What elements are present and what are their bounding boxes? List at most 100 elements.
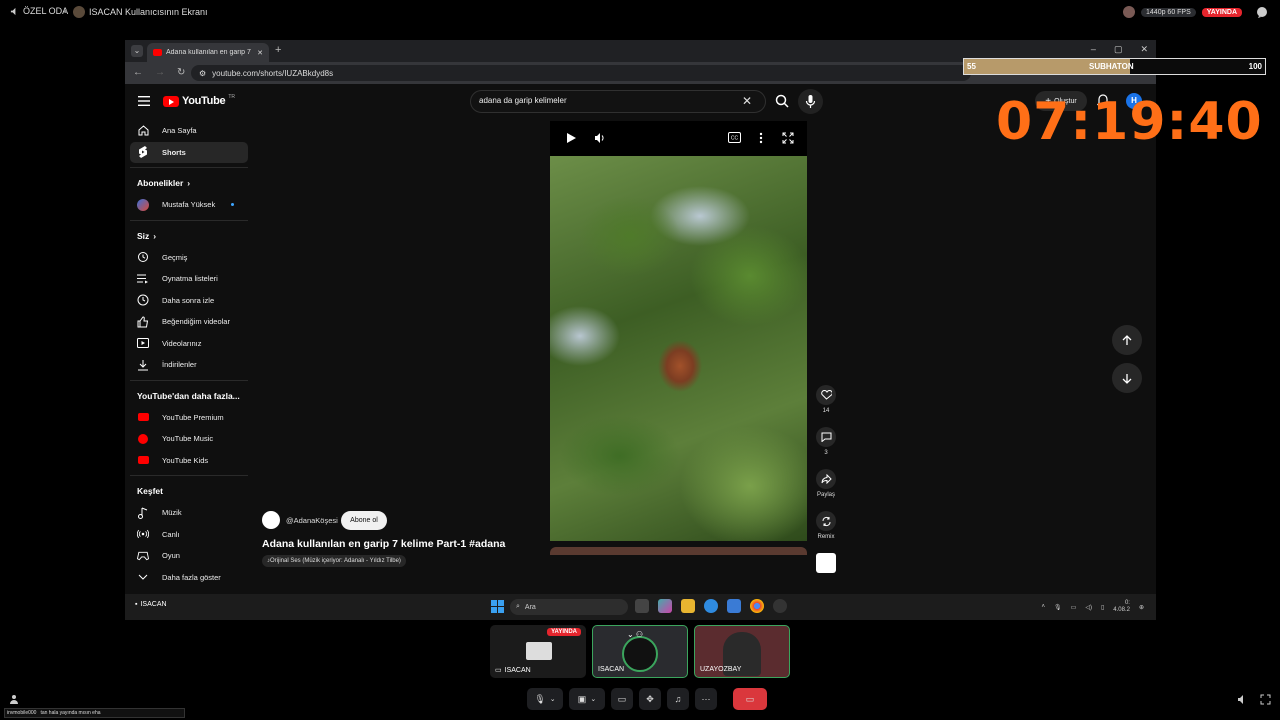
video-icon xyxy=(137,337,149,349)
voice-search-button[interactable] xyxy=(798,89,823,114)
minimize-icon[interactable]: – xyxy=(1091,44,1096,55)
sound-thumbnail[interactable] xyxy=(814,553,838,573)
divider xyxy=(130,475,248,476)
close-tab-icon[interactable]: ✕ xyxy=(257,49,263,57)
search-button[interactable] xyxy=(766,90,800,113)
remix-button[interactable]: Remix xyxy=(814,511,838,540)
quality-badge: 1440p 60 FPS xyxy=(1141,7,1196,17)
sidebar-item-downloads[interactable]: İndirilenler xyxy=(130,354,248,376)
close-icon[interactable]: ✕ xyxy=(1140,44,1148,55)
youtube-logo[interactable]: YouTube TR xyxy=(163,94,235,107)
clock[interactable]: 0: 4.08.2 xyxy=(1113,600,1130,614)
sidebar-item-live[interactable]: Canlı xyxy=(130,524,248,546)
sidebar-item-watch-later[interactable]: Daha sonra izle xyxy=(130,290,248,312)
sidebar-item-your-videos[interactable]: Videolarınız xyxy=(130,333,248,355)
volume-icon[interactable]: ◁) xyxy=(1085,604,1092,611)
youtube-favicon-icon xyxy=(153,49,162,56)
taskbar-search-input[interactable]: ⌕ Ara xyxy=(510,599,628,615)
sidebar-item-show-more[interactable]: Daha fazla göster xyxy=(130,567,248,589)
sidebar-item-history[interactable]: Geçmiş xyxy=(130,247,248,269)
fullscreen-icon[interactable] xyxy=(782,132,794,144)
screen-share-button[interactable]: ▭ xyxy=(611,688,633,710)
sidebar-item-music[interactable]: YouTube Music xyxy=(130,428,248,450)
sidebar-item-shorts[interactable]: Shorts xyxy=(130,141,248,163)
you-header[interactable]: Siz › xyxy=(130,225,248,247)
sidebar-item-playlists[interactable]: Oynatma listeleri xyxy=(130,268,248,290)
sidebar-item-subscription[interactable]: Mustafa Yüksek xyxy=(130,194,248,216)
sidebar-item-music-category[interactable]: Müzik xyxy=(130,502,248,524)
more-icon: ⋯ xyxy=(701,693,711,704)
task-view-icon[interactable] xyxy=(635,599,649,613)
more-button[interactable]: ⋯ xyxy=(695,688,717,710)
participant-tile[interactable]: YAYINDA ▭ ISACAN xyxy=(490,625,586,678)
notification-icon[interactable]: ⊕ xyxy=(1139,604,1144,611)
chrome-icon[interactable] xyxy=(750,599,764,613)
play-icon[interactable] xyxy=(565,132,577,144)
next-short-button[interactable] xyxy=(1112,363,1142,393)
sidebar-item-gaming[interactable]: Oyun xyxy=(130,545,248,567)
share-button[interactable]: Paylaş xyxy=(814,469,838,498)
short-title[interactable]: Adana kullanılan en garip 7 kelime Part-… xyxy=(262,538,505,550)
previous-short-button[interactable] xyxy=(1112,325,1142,355)
shorts-player[interactable]: CC xyxy=(550,121,807,541)
copilot-icon[interactable] xyxy=(658,599,672,613)
sidebar-item-premium[interactable]: YouTube Premium xyxy=(130,407,248,429)
more-options-icon[interactable] xyxy=(759,132,763,144)
disconnect-button[interactable]: ▭ xyxy=(733,688,767,710)
activities-button[interactable]: ✥ xyxy=(639,688,661,710)
more-from-youtube-header: YouTube'dan daha fazla... xyxy=(137,390,240,401)
subscribe-button[interactable]: Abone ol xyxy=(341,511,387,530)
address-bar[interactable]: ⚙ youtube.com/shorts/IUZABkdyd8s xyxy=(191,65,971,81)
monitor-icon: ▪ xyxy=(135,601,138,608)
battery-icon[interactable]: ▯ xyxy=(1101,604,1104,611)
forward-icon[interactable]: → xyxy=(155,67,165,78)
participant-tile[interactable]: ⌄ ⚇ ISACAN xyxy=(592,625,688,678)
mute-button[interactable]: 🎙︎ ⌄ xyxy=(527,688,563,710)
add-user-icon[interactable] xyxy=(9,694,20,705)
captions-icon[interactable]: CC xyxy=(728,132,741,143)
chat-icon[interactable] xyxy=(1256,6,1268,18)
streamer-avatar xyxy=(73,6,85,18)
windows-start-icon[interactable] xyxy=(491,600,504,613)
disconnect-icon: ▭ xyxy=(745,693,755,704)
room-name[interactable]: ÖZEL ODA xyxy=(10,6,68,16)
volume-icon[interactable] xyxy=(594,132,606,144)
channel-name[interactable]: @AdanaKöşesi xyxy=(286,516,338,525)
like-button[interactable]: 14 xyxy=(814,385,838,414)
comments-button[interactable]: 3 xyxy=(814,427,838,456)
chevron-down-icon: ⌄ xyxy=(590,696,597,703)
fullscreen-icon[interactable] xyxy=(1260,694,1271,705)
file-explorer-icon[interactable] xyxy=(681,599,695,613)
maximize-icon[interactable]: ▢ xyxy=(1114,44,1123,55)
menu-icon[interactable] xyxy=(138,96,150,106)
history-icon xyxy=(137,251,149,263)
participant-options-icon[interactable]: ⌄ ⚇ xyxy=(627,630,643,639)
network-icon[interactable]: ▭ xyxy=(1071,604,1077,611)
participant-label: UZAYOZBAY xyxy=(700,666,742,673)
browser-tab[interactable]: Adana kullanılan en garip 7 kel ✕ xyxy=(147,43,269,62)
audio-link[interactable]: ♪ Orijinal Ses (Müzik içeriyor: Adanalı … xyxy=(262,555,406,567)
site-info-icon[interactable]: ⚙ xyxy=(199,69,206,78)
reload-icon[interactable]: ↻ xyxy=(177,67,185,78)
sidebar-item-kids[interactable]: YouTube Kids xyxy=(130,450,248,472)
subscriptions-header[interactable]: Abonelikler › xyxy=(130,172,248,194)
new-tab-button[interactable]: + xyxy=(275,44,281,56)
sidebar-item-liked[interactable]: Beğendiğim videolar xyxy=(130,311,248,333)
edge-icon[interactable] xyxy=(704,599,718,613)
participant-tile[interactable]: UZAYOZBAY xyxy=(694,625,790,678)
app-icon[interactable] xyxy=(773,599,787,613)
volume-icon[interactable] xyxy=(1237,694,1248,705)
clear-search-icon[interactable]: ✕ xyxy=(742,94,752,108)
mic-icon xyxy=(805,95,816,108)
sidebar-item-home[interactable]: Ana Sayfa xyxy=(130,120,248,142)
store-icon[interactable] xyxy=(727,599,741,613)
channel-avatar[interactable] xyxy=(262,511,280,529)
tab-search-button[interactable]: ⌄ xyxy=(131,45,143,57)
camera-button[interactable]: ▣ ⌄ xyxy=(569,688,605,710)
search-input[interactable]: adana da garip kelimeler ✕ xyxy=(470,90,766,113)
viewer-avatar[interactable] xyxy=(1123,6,1136,18)
chevron-up-icon[interactable]: ˄ xyxy=(1042,604,1046,610)
mic-icon[interactable]: 🎙︎ xyxy=(1054,604,1062,611)
back-icon[interactable]: ← xyxy=(133,67,143,78)
soundboard-button[interactable]: ♫ xyxy=(667,688,689,710)
